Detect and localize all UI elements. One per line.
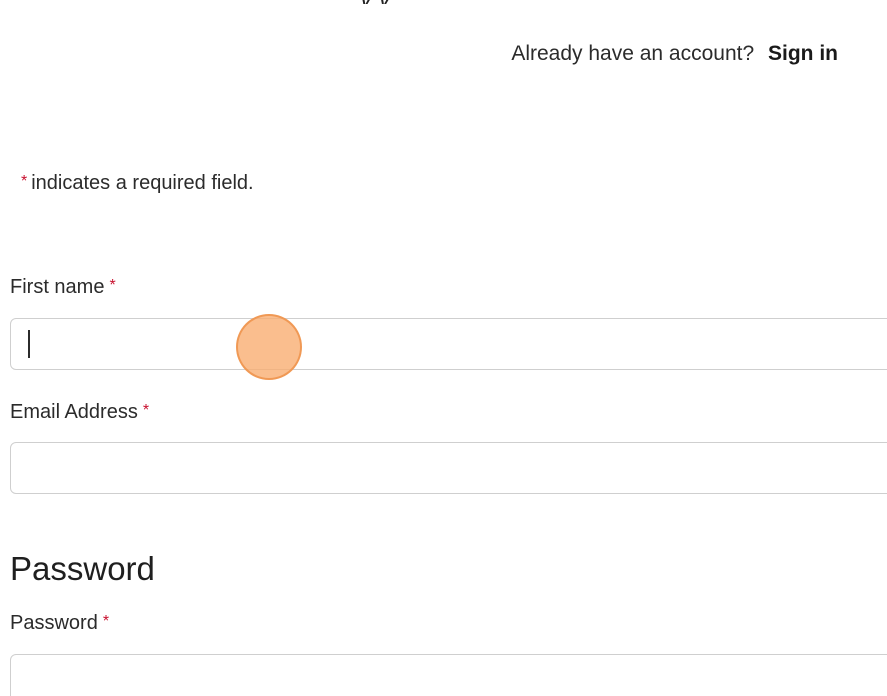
sign-in-link[interactable]: Sign in	[768, 42, 838, 65]
signup-page: y y Already have an account? Sign in *in…	[0, 0, 887, 696]
required-field-note: * indicates a required field.	[21, 172, 254, 195]
cut-off-header-text: y y	[360, 0, 620, 4]
password-section-heading: Password	[10, 550, 155, 587]
required-asterisk: *	[109, 277, 116, 294]
password-field[interactable]	[10, 654, 887, 696]
email-field[interactable]	[10, 442, 887, 494]
first-name-label-text: First name	[10, 276, 105, 298]
first-name-label: First name *	[10, 276, 116, 299]
required-note-text: indicates a required field.	[31, 172, 254, 194]
text-caret	[28, 330, 30, 358]
email-address-label: Email Address *	[10, 401, 149, 424]
first-name-field[interactable]	[10, 318, 887, 370]
signin-prompt-row: Already have an account? Sign in	[511, 42, 838, 66]
email-address-label-text: Email Address	[10, 401, 138, 423]
required-asterisk: *	[21, 173, 28, 190]
required-asterisk: *	[102, 613, 110, 630]
password-label: Password *	[10, 612, 109, 635]
password-label-text: Password	[10, 612, 98, 634]
account-prompt-text: Already have an account?	[511, 42, 755, 65]
required-asterisk: *	[142, 402, 150, 419]
